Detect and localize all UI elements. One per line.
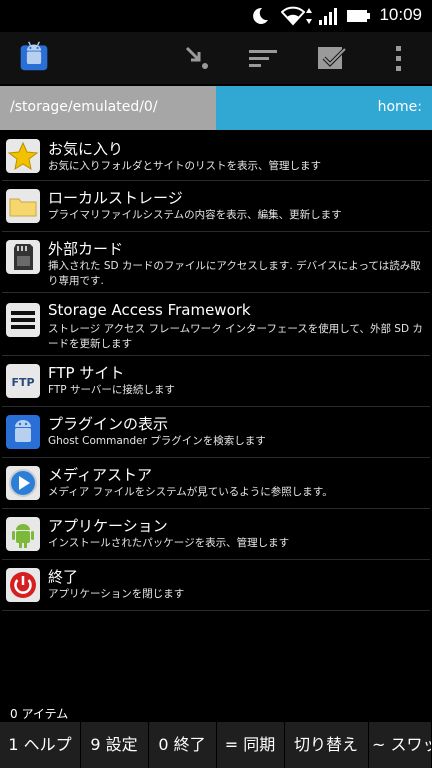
play-icon xyxy=(6,466,40,500)
home-list: お気に入り お気に入りフォルダとサイトのリストを表示、管理します ローカルストレ… xyxy=(0,130,432,704)
list-item-exit[interactable]: 終了 アプリケーションを閉じます xyxy=(2,560,430,611)
checkbox-icon[interactable] xyxy=(315,42,347,74)
moon-icon xyxy=(253,7,268,24)
android-plugin-icon xyxy=(6,415,40,449)
battery-icon xyxy=(347,10,370,22)
switch-button[interactable]: 切り替え xyxy=(284,722,369,768)
swap-button[interactable]: ~ スワップ xyxy=(368,722,432,768)
right-panel-path[interactable]: home: xyxy=(216,86,432,130)
svg-text:FTP: FTP xyxy=(11,376,34,389)
android-icon xyxy=(6,517,40,551)
item-description: 挿入された SD カードのファイルにアクセスします. デバイスによっては読み取り… xyxy=(48,260,421,287)
menu-lines-icon xyxy=(6,303,40,337)
list-item-ftp-site[interactable]: FTP FTP サイト FTP サーバーに接続します xyxy=(2,356,430,407)
item-title: FTP サイト xyxy=(48,364,125,382)
item-title: Storage Access Framework xyxy=(48,301,251,319)
overflow-menu-icon[interactable] xyxy=(383,42,415,74)
power-icon xyxy=(6,568,40,602)
left-panel-path[interactable]: /storage/emulated/0/ xyxy=(0,86,216,130)
item-description: お気に入りフォルダとサイトのリストを表示、管理します xyxy=(48,160,321,172)
ftp-icon: FTP xyxy=(6,364,40,398)
item-count-bar: 0 アイテム xyxy=(0,704,432,722)
app-logo-icon[interactable] xyxy=(18,40,50,72)
item-title: 終了 xyxy=(48,568,79,586)
wifi-icon xyxy=(281,6,305,26)
item-title: ローカルストレージ xyxy=(48,189,183,207)
item-title: アプリケーション xyxy=(48,517,168,535)
item-description: ストレージ アクセス フレームワーク インターフェースを使用して、外部 SD カ… xyxy=(48,323,423,350)
sd-card-icon xyxy=(6,240,40,274)
path-bar: /storage/emulated/0/ home: xyxy=(0,86,432,130)
folder-icon xyxy=(6,189,40,223)
clock: 10:09 xyxy=(379,5,422,24)
help-button[interactable]: 1 ヘルプ xyxy=(0,722,81,768)
item-description: プライマリファイルシステムの内容を表示、編集、更新します xyxy=(48,209,342,221)
list-item-plugins[interactable]: プラグインの表示 Ghost Commander プラグインを検索します xyxy=(2,407,430,458)
sync-button[interactable]: = 同期 xyxy=(216,722,285,768)
status-bar: 10:09 xyxy=(0,0,432,32)
item-description: メディア ファイルをシステムが見ているように参照します。 xyxy=(48,486,333,498)
item-title: プラグインの表示 xyxy=(48,415,169,433)
data-arrows-icon xyxy=(306,8,312,24)
list-item-favorites[interactable]: お気に入り お気に入りフォルダとサイトのリストを表示、管理します xyxy=(2,132,430,181)
list-item-media-store[interactable]: メディアストア メディア ファイルをシステムが見ているように参照します。 xyxy=(2,458,430,509)
action-bar xyxy=(0,32,432,84)
right-path-label: home: xyxy=(377,99,422,115)
star-icon xyxy=(6,139,40,173)
list-item-applications[interactable]: アプリケーション インストールされたパッケージを表示、管理します xyxy=(2,509,430,560)
bottom-toolbar: 1 ヘルプ 9 設定 0 終了 = 同期 切り替え ~ スワップ xyxy=(0,722,432,768)
list-item-external-card[interactable]: 外部カード 挿入された SD カードのファイルにアクセスします. デバイスによっ… xyxy=(2,232,430,293)
item-count: 0 アイテム xyxy=(10,707,69,721)
list-item-local-storage[interactable]: ローカルストレージ プライマリファイルシステムの内容を表示、編集、更新します xyxy=(2,181,430,232)
item-description: FTP サーバーに接続します xyxy=(48,384,175,396)
item-description: アプリケーションを閉じます xyxy=(48,588,185,600)
settings-button[interactable]: 9 設定 xyxy=(80,722,149,768)
left-path-label: /storage/emulated/0/ xyxy=(10,99,158,115)
item-description: Ghost Commander プラグインを検索します xyxy=(48,435,266,447)
list-item-storage-access-framework[interactable]: Storage Access Framework ストレージ アクセス フレーム… xyxy=(2,293,430,356)
item-description: インストールされたパッケージを表示、管理します xyxy=(48,537,290,549)
exit-button[interactable]: 0 終了 xyxy=(148,722,217,768)
item-title: 外部カード xyxy=(48,240,124,258)
item-title: お気に入り xyxy=(48,140,124,158)
signal-icon xyxy=(319,8,337,25)
item-title: メディアストア xyxy=(48,466,152,484)
arrow-down-right-icon[interactable] xyxy=(181,42,213,74)
sort-icon[interactable] xyxy=(247,42,279,74)
